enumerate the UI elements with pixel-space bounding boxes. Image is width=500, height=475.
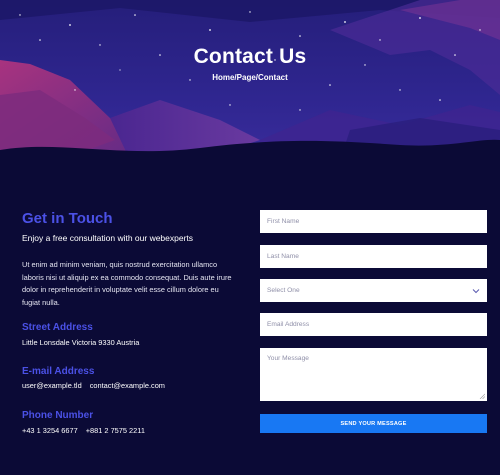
email-link-2[interactable]: contact@example.com — [90, 381, 165, 390]
email-address-list: user@example.tld contact@example.com — [22, 381, 165, 390]
phone-number-title: Phone Number — [22, 410, 94, 421]
first-name-input[interactable] — [260, 210, 487, 233]
email-address-title: E-mail Address — [22, 366, 95, 377]
phone-number-1[interactable]: +43 1 3254 6677 — [22, 426, 78, 435]
intro-paragraph: Ut enim ad minim veniam, quis nostrud ex… — [22, 260, 232, 307]
message-wrapper — [260, 348, 487, 401]
hero-banner: Contact Us Home/Page/Contact — [0, 0, 500, 165]
get-in-touch-heading: Get in Touch — [22, 210, 113, 227]
last-name-input[interactable] — [260, 245, 487, 268]
consultation-subheading: Enjoy a free consultation with our webex… — [22, 233, 194, 243]
hero-background — [0, 0, 500, 165]
send-message-button[interactable]: SEND YOUR MESSAGE — [260, 414, 487, 433]
page-title: Contact Us — [193, 45, 307, 68]
resize-grip-icon[interactable] — [479, 393, 485, 399]
message-textarea[interactable] — [260, 348, 487, 401]
subject-select-value: Select One — [267, 287, 300, 294]
email-address-input[interactable] — [260, 313, 487, 336]
breadcrumb[interactable]: Home/Page/Contact — [0, 73, 500, 82]
phone-number-2[interactable]: +881 2 7575 2211 — [86, 426, 145, 435]
street-address-text: Little Lonsdale Victoria 9330 Austria — [22, 338, 140, 347]
street-address-title: Street Address — [22, 322, 93, 333]
phone-number-list: +43 1 3254 6677 +881 2 7575 2211 — [22, 426, 145, 435]
subject-select[interactable]: Select One — [260, 279, 487, 302]
email-link-1[interactable]: user@example.tld — [22, 381, 82, 390]
chevron-down-icon — [472, 288, 480, 293]
